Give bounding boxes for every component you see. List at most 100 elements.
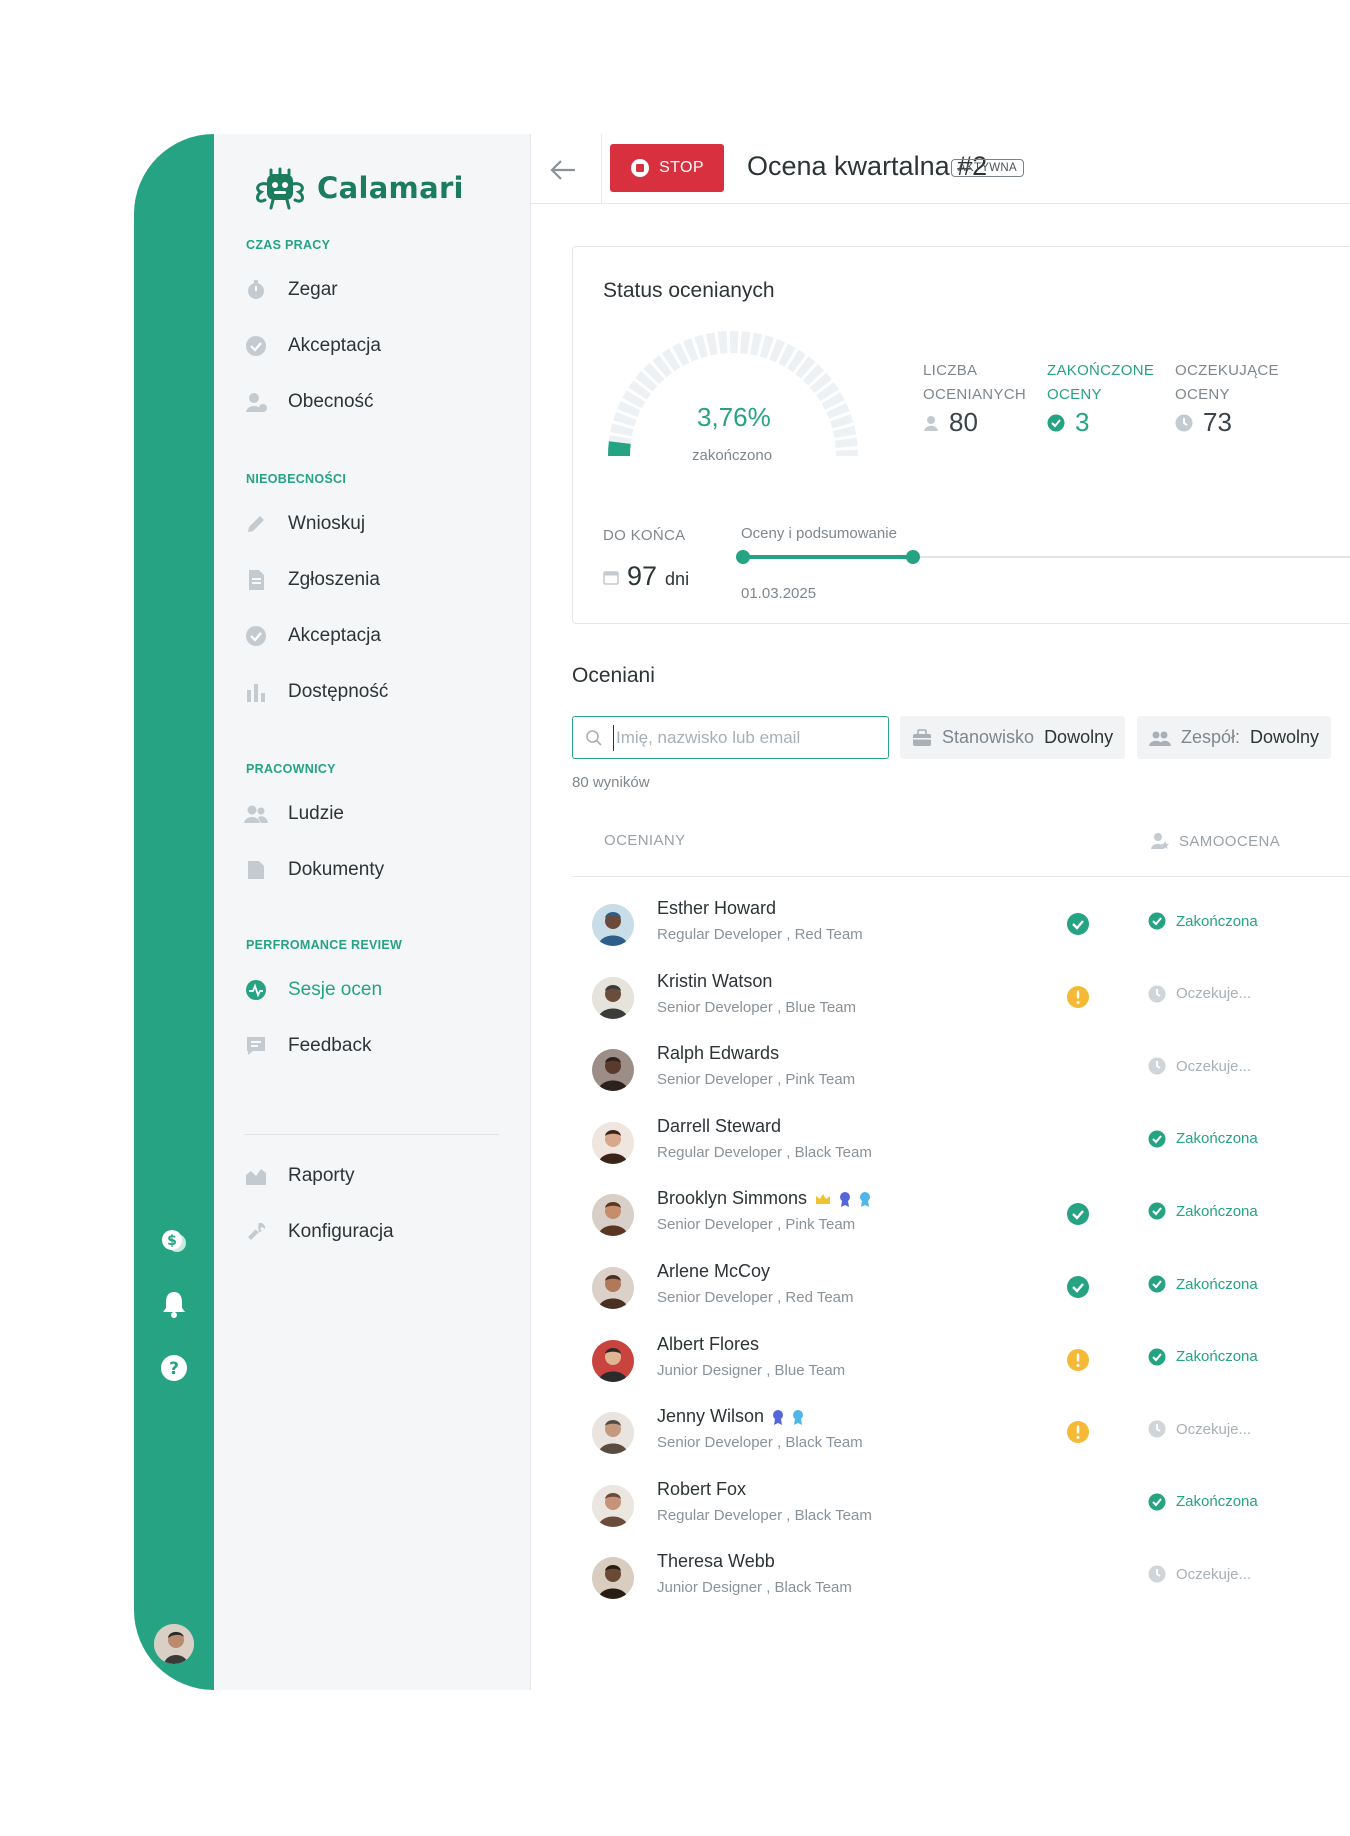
sidebar-item-obecnosc[interactable]: Obecność xyxy=(244,390,374,414)
stopwatch-icon xyxy=(248,280,264,299)
search-field[interactable] xyxy=(572,716,889,759)
sidebar-item-konfiguracja[interactable]: Konfiguracja xyxy=(244,1220,394,1244)
self-review-icon xyxy=(1151,833,1169,849)
remaining-number: 97 xyxy=(627,561,658,591)
team-icon xyxy=(1149,731,1171,746)
sidebar-item-sesje-ocen[interactable]: Sesje ocen xyxy=(244,978,382,1002)
search-input[interactable] xyxy=(613,725,878,751)
top-header: STOP Ocena kwartalna #2 AKTYWNA xyxy=(531,134,1350,204)
avatar-image xyxy=(592,904,634,946)
sidebar-item-label: Feedback xyxy=(288,1035,372,1056)
filter-zespol[interactable]: Zespół: Dowolny xyxy=(1137,716,1332,759)
sidebar-item-akceptacja-czas[interactable]: Akceptacja xyxy=(244,334,381,358)
table-row[interactable]: Kristin Watson Senior Developer , Blue Te… xyxy=(572,957,1350,1041)
logo-text: Calamari xyxy=(317,171,464,205)
back-arrow-icon[interactable] xyxy=(547,154,579,186)
table-row[interactable]: Darrell Steward Regular Developer , Black… xyxy=(572,1102,1350,1186)
bell-icon[interactable] xyxy=(158,1288,190,1320)
activity-icon xyxy=(246,980,266,1000)
reviewee-role: Senior Developer , Red Team xyxy=(657,1289,854,1306)
medal-blue-icon xyxy=(840,1191,851,1207)
self-review-status: Zakończona xyxy=(1148,1348,1258,1366)
stat-pending-label: OCZEKUJĄCE OCENY xyxy=(1175,359,1279,407)
reviewee-name-text: Robert Fox xyxy=(657,1478,747,1499)
remaining-unit: dni xyxy=(665,569,690,589)
medal-lightblue-icon xyxy=(793,1409,804,1425)
icon-rail: $ ? xyxy=(134,134,214,1690)
progress-sub: zakończono xyxy=(692,447,773,464)
reviewee-name: Kristin Watson xyxy=(657,971,772,992)
check-circle-icon xyxy=(1148,1202,1166,1220)
message-icon xyxy=(247,1037,265,1055)
person-check-icon xyxy=(246,393,267,412)
coins-icon[interactable]: $ xyxy=(158,1226,190,1258)
stat-label-line: ZAKOŃCZONE xyxy=(1047,362,1155,379)
table-row[interactable]: Jenny Wilson Senior Developer , Black Tea… xyxy=(572,1392,1350,1476)
self-review-status: Oczekuje... xyxy=(1148,1057,1251,1075)
sidebar-item-label: Obecność xyxy=(288,391,374,412)
stop-label: STOP xyxy=(659,159,704,176)
avatar-image xyxy=(592,1049,634,1092)
section-czas-pracy: CZAS PRACY xyxy=(246,238,331,252)
self-review-text: Zakończona xyxy=(1176,1348,1258,1366)
stat-value: 3 xyxy=(1075,407,1090,437)
col-header-samoocena[interactable]: SAMOOCENA xyxy=(1151,832,1280,850)
reviewee-name-text: Arlene McCoy xyxy=(657,1261,771,1281)
table-row[interactable]: Brooklyn Simmons Senior Developer , Pink … xyxy=(572,1174,1350,1258)
col-header-oceniany[interactable]: OCENIANY xyxy=(604,832,686,849)
self-review-status: Zakończona xyxy=(1148,1130,1258,1148)
reviewee-name: Theresa Webb xyxy=(657,1551,775,1572)
self-review-status: Oczekuje... xyxy=(1148,985,1251,1003)
self-review-text: Oczekuje... xyxy=(1176,1565,1252,1583)
self-review-text: Zakończona xyxy=(1176,1130,1258,1148)
sidebar-item-raporty[interactable]: Raporty xyxy=(244,1164,355,1188)
calendar-icon xyxy=(603,570,619,585)
sidebar-item-akceptacja-nieob[interactable]: Akceptacja xyxy=(244,624,381,648)
sidebar-divider xyxy=(244,1134,499,1135)
avatar xyxy=(592,1194,634,1237)
table-row[interactable]: Ralph Edwards Senior Developer , Pink Tea… xyxy=(572,1029,1350,1113)
stat-pending-value: 73 xyxy=(1175,407,1232,438)
table-row[interactable]: Albert Flores Junior Designer , Blue Team… xyxy=(572,1320,1350,1404)
avatar-image xyxy=(592,1412,634,1455)
avatar xyxy=(592,1557,634,1600)
stop-icon xyxy=(631,159,650,177)
sidebar-item-feedback[interactable]: Feedback xyxy=(244,1034,371,1058)
list-title: Oceniani xyxy=(572,664,655,687)
sidebar-item-label: Raporty xyxy=(288,1165,355,1186)
stat-label-line: OCENIANYCH xyxy=(923,386,1027,403)
sidebar-item-zegar[interactable]: Zegar xyxy=(244,278,338,302)
sidebar-item-ludzie[interactable]: Ludzie xyxy=(244,802,344,826)
section-performance-review: PERFROMANCE REVIEW xyxy=(246,938,403,952)
filter-stanowisko[interactable]: Stanowisko Dowolny xyxy=(900,716,1126,759)
file-icon xyxy=(248,861,264,879)
logo[interactable]: Calamari xyxy=(249,166,464,210)
stat-done-value: 3 xyxy=(1047,407,1089,438)
timeline-progress xyxy=(743,555,913,559)
sidebar-item-zgloszenia[interactable]: Zgłoszenia xyxy=(244,568,380,592)
review-done-icon xyxy=(1067,1276,1089,1298)
table-row[interactable]: Esther Howard Regular Developer , Red Tea… xyxy=(572,884,1350,968)
stop-button[interactable]: STOP xyxy=(610,144,724,192)
stat-label-line: OCENY xyxy=(1175,386,1230,403)
avatar xyxy=(592,1049,634,1092)
table-row[interactable]: Theresa Webb Junior Designer , Black Team… xyxy=(572,1537,1350,1621)
sidebar-item-wnioskuj[interactable]: Wnioskuj xyxy=(244,512,365,536)
user-avatar[interactable] xyxy=(154,1624,194,1664)
table-row[interactable]: Arlene McCoy Senior Developer , Red Team … xyxy=(572,1247,1350,1331)
filter-value: Dowolny xyxy=(1250,727,1320,747)
review-warning-icon xyxy=(1067,985,1089,1008)
stat-value: 80 xyxy=(949,407,978,437)
help-icon[interactable]: ? xyxy=(158,1352,190,1384)
reviewee-name: Jenny Wilson xyxy=(657,1406,804,1427)
review-done-icon xyxy=(1067,1203,1089,1226)
sidebar-item-label: Akceptacja xyxy=(288,625,381,646)
check-circle-icon xyxy=(1148,1348,1166,1366)
sidebar-item-dostepnosc[interactable]: Dostępność xyxy=(244,680,388,704)
gauge-progress-arc xyxy=(608,331,858,457)
briefcase-icon xyxy=(913,728,931,746)
check-circle-icon xyxy=(1047,414,1065,431)
table-row[interactable]: Robert Fox Regular Developer , Black Team… xyxy=(572,1465,1350,1549)
sidebar-item-dokumenty[interactable]: Dokumenty xyxy=(244,858,384,882)
self-review-text: Zakończona xyxy=(1176,1275,1258,1293)
